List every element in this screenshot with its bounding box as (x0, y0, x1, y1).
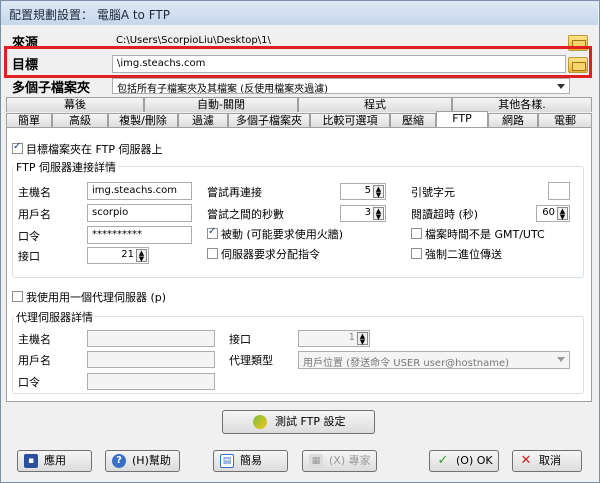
proxy-type-dropdown[interactable]: 用戶位置 (發送命令 USER user@hostname) (298, 351, 570, 369)
tab-compress[interactable]: 壓縮 (390, 113, 436, 128)
retry-spinner[interactable]: 5 ▲ ▼ (340, 183, 386, 200)
port-label: 接口 (18, 250, 40, 263)
tab-background[interactable]: 幕後 (6, 97, 144, 112)
tab-ftp[interactable]: FTP (436, 111, 488, 128)
cancel-label: 取消 (539, 454, 561, 467)
server-alloc-checkbox[interactable] (207, 248, 218, 259)
port-value: 21 (121, 249, 134, 260)
subfolders-label: 多個子檔案夾 (12, 81, 91, 96)
target-folder-icon[interactable] (568, 57, 588, 73)
apply-label: 應用 (44, 454, 66, 467)
target-on-ftp-checkbox[interactable] (12, 141, 23, 154)
proxy-port-value: 1 (348, 332, 355, 343)
tab-compare-options[interactable]: 比較可選項 (310, 113, 390, 128)
retry-wait-label: 嘗試之間的秒數 (207, 208, 284, 221)
check-icon: ✓ (437, 453, 449, 468)
expert-label: (X) 專家 (329, 454, 371, 467)
quote-char-input[interactable] (548, 182, 570, 200)
test-ftp-label: 測試 FTP 設定 (275, 415, 346, 428)
proxy-port-spinner[interactable]: 1 ▲ ▼ (298, 330, 370, 347)
simple-label: 簡易 (240, 454, 262, 467)
cancel-button[interactable]: ✕ 取消 (512, 450, 582, 472)
force-binary-label: 強制二進位傳送 (425, 248, 502, 261)
read-timeout-spinner[interactable]: 60 ▲ ▼ (536, 205, 570, 222)
password-label: 口令 (18, 230, 40, 243)
password-input[interactable]: ********** (87, 226, 192, 244)
read-timeout-label: 閱讀超時 (秒) (411, 208, 479, 221)
use-proxy-label: 我使用用一個代理伺服器 (p) (26, 291, 167, 304)
target-label: 目標 (12, 58, 39, 73)
tab-subfolders[interactable]: 多個子檔案夾 (228, 113, 310, 128)
user-label: 用戶名 (18, 208, 51, 221)
chevron-down-icon (557, 84, 565, 89)
tab-advanced[interactable]: 高級 (52, 113, 108, 128)
spinner-arrows-icon[interactable]: ▲ ▼ (373, 185, 384, 199)
help-label: (H)幫助 (132, 454, 171, 467)
tab-filter[interactable]: 過濾 (178, 113, 228, 128)
tab-program[interactable]: 程式 (298, 97, 452, 112)
simple-mode-icon: ▤ (220, 454, 234, 468)
tab-misc[interactable]: 其他各樣. (452, 97, 592, 112)
ftp-details-title: FTP 伺服器連接詳情 (14, 159, 118, 175)
retry-wait-spinner[interactable]: 3 ▲ ▼ (340, 205, 386, 222)
spinner-arrows-icon[interactable]: ▲ ▼ (373, 207, 384, 221)
ok-button[interactable]: ✓ (O) OK (429, 450, 499, 472)
subfolders-value: 包括所有子檔案夾及其檔案 (反使用檔案夾過濾) (117, 84, 328, 94)
help-button[interactable]: ? (H)幫助 (105, 450, 180, 472)
spinner-arrows-icon[interactable]: ▲ ▼ (357, 332, 368, 346)
spinner-arrows-icon[interactable]: ▲ ▼ (136, 249, 147, 263)
passive-checkbox[interactable] (207, 226, 218, 239)
expert-mode-icon: ▦ (309, 454, 323, 468)
plug-icon (253, 415, 267, 429)
help-icon: ? (112, 454, 126, 468)
chevron-down-icon (557, 357, 565, 362)
test-ftp-button[interactable]: 測試 FTP 設定 (222, 410, 375, 434)
proxy-user-label: 用戶名 (18, 354, 51, 367)
expert-button[interactable]: ▦ (X) 專家 (302, 450, 377, 472)
not-gmt-checkbox[interactable] (411, 228, 422, 239)
spinner-arrows-icon[interactable]: ▲ ▼ (557, 207, 568, 221)
tab-simple[interactable]: 簡單 (6, 113, 52, 128)
retry-label: 嘗試再連接 (207, 186, 262, 199)
simple-button[interactable]: ▤ 簡易 (213, 450, 288, 472)
ok-label: (O) OK (456, 454, 493, 467)
read-timeout-value: 60 (542, 207, 555, 218)
apply-button[interactable]: ▪ 應用 (17, 450, 92, 472)
port-spinner[interactable]: 21 ▲ ▼ (87, 247, 149, 264)
not-gmt-label: 檔案時間不是 GMT/UTC (425, 228, 545, 241)
proxy-type-label: 代理類型 (229, 354, 273, 367)
title-bar: 配置規劃設置： 電腦A to FTP (1, 1, 598, 25)
proxy-password-label: 口令 (18, 376, 40, 389)
proxy-user-input[interactable] (87, 351, 215, 368)
tab-network[interactable]: 網路 (488, 113, 538, 128)
tab-auto-close[interactable]: 自動-關閉 (144, 97, 298, 112)
host-input[interactable]: img.steachs.com (87, 182, 192, 200)
proxy-port-label: 接口 (229, 333, 251, 346)
retry-value: 5 (364, 185, 371, 196)
tab-copy-delete[interactable]: 複製/刪除 (108, 113, 178, 128)
target-path-field[interactable]: \img.steachs.com (112, 55, 566, 73)
floppy-disk-icon: ▪ (24, 454, 38, 468)
proxy-host-input[interactable] (87, 330, 215, 347)
proxy-details-title: 代理伺服器詳情 (14, 309, 95, 325)
window-title: 配置規劃設置： 電腦A to FTP (9, 8, 170, 22)
close-icon: ✕ (520, 453, 532, 468)
subfolders-dropdown[interactable]: 包括所有子檔案夾及其檔案 (反使用檔案夾過濾) (112, 78, 570, 94)
proxy-type-value: 用戶位置 (發送命令 USER user@hostname) (303, 358, 510, 369)
user-input[interactable]: scorpio (87, 204, 192, 222)
force-binary-checkbox[interactable] (411, 248, 422, 259)
tab-email[interactable]: 電郵 (538, 113, 592, 128)
server-alloc-label: 伺服器要求分配指令 (221, 248, 320, 261)
passive-label: 被動 (可能要求使用火牆) (221, 228, 344, 241)
use-proxy-checkbox[interactable] (12, 291, 23, 302)
proxy-host-label: 主機名 (18, 333, 51, 346)
proxy-password-input[interactable] (87, 373, 215, 390)
host-label: 主機名 (18, 186, 51, 199)
quote-char-label: 引號字元 (411, 186, 455, 199)
retry-wait-value: 3 (364, 207, 371, 218)
target-on-ftp-label: 目標檔案夾在 FTP 伺服器上 (26, 143, 163, 156)
